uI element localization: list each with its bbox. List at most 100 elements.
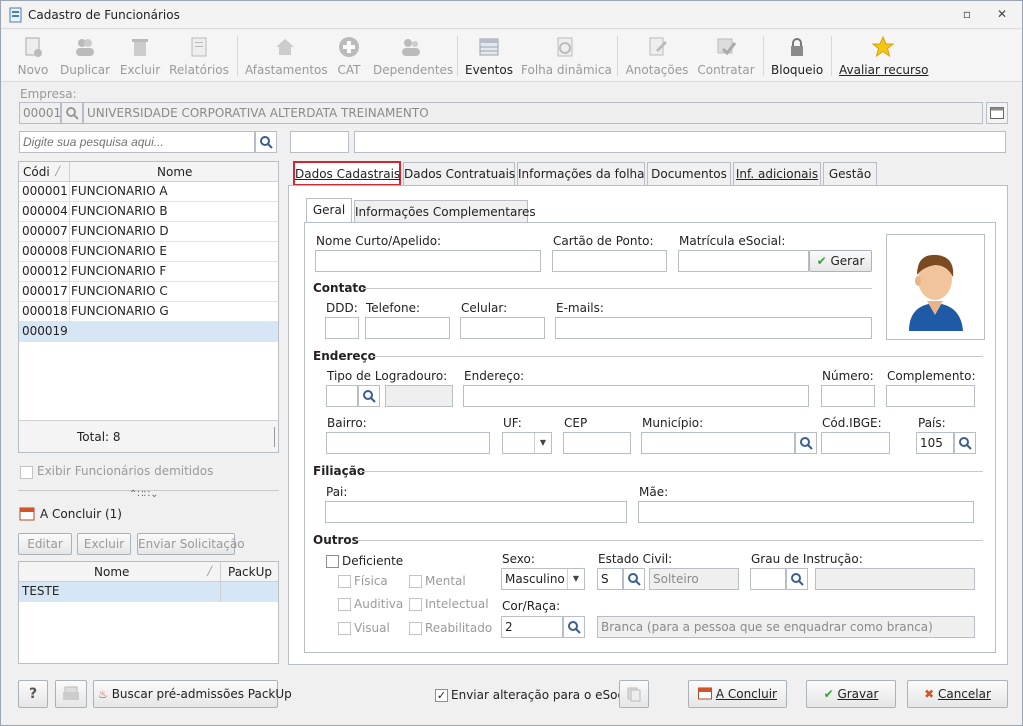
cat-button[interactable]: CAT (333, 34, 365, 80)
pais-input[interactable]: 105 (916, 432, 954, 454)
employee-row[interactable]: 000012 FUNCIONARIO F (19, 262, 278, 282)
pai-input[interactable] (325, 501, 627, 523)
subtab-informacoes-complementares[interactable]: Informações Complementares (354, 200, 536, 224)
visual-checkbox[interactable] (338, 622, 351, 635)
search-icon (568, 621, 581, 634)
cartao-ponto-input[interactable] (552, 250, 667, 272)
cod-ibge-input[interactable] (821, 432, 890, 454)
search-button[interactable] (255, 131, 277, 153)
telefone-input[interactable] (365, 317, 450, 339)
novo-button[interactable]: Novo (13, 34, 53, 80)
enviar-esocial-checkbox[interactable]: ✓ (435, 689, 448, 702)
tab-documentos[interactable]: Documentos (647, 162, 731, 186)
bloqueio-button[interactable]: Bloqueio (771, 34, 823, 80)
tab-inf-adicionais[interactable]: Inf. adicionais (733, 162, 821, 186)
employee-row[interactable]: 000007 FUNCIONARIO D (19, 222, 278, 242)
restore-icon[interactable]: ▫ (959, 7, 975, 21)
celular-input[interactable] (460, 317, 545, 339)
reabilitado-checkbox[interactable] (409, 622, 422, 635)
cep-input[interactable] (563, 432, 631, 454)
anotacoes-button[interactable]: Anotações (625, 34, 689, 80)
folha-dinamica-button[interactable]: Folha dinâmica (521, 34, 612, 80)
pais-search-button[interactable] (954, 432, 976, 454)
employee-row[interactable]: 000018 FUNCIONARIO G (19, 302, 278, 322)
eventos-button[interactable]: Eventos (465, 34, 513, 80)
column-name[interactable]: Nome (157, 162, 192, 182)
reabilitado-label: Reabilitado (425, 621, 493, 635)
grau-instrucao-code-input[interactable] (750, 568, 786, 590)
search-input[interactable] (19, 131, 255, 153)
cor-raca-code-input[interactable]: 2 (501, 616, 563, 638)
nome-curto-input[interactable] (315, 250, 541, 272)
mae-input[interactable] (638, 501, 974, 523)
pending-row[interactable]: TESTE (19, 582, 278, 602)
code-filter-input[interactable] (290, 131, 349, 153)
intelectual-checkbox[interactable] (409, 598, 422, 611)
duplicar-button[interactable]: Duplicar (59, 34, 111, 80)
column-packup[interactable]: PackUp (228, 562, 272, 582)
a-concluir-button[interactable]: A Concluir (688, 680, 787, 708)
gerar-button[interactable]: ✔ Gerar (809, 250, 872, 272)
afastamentos-button[interactable]: Afastamentos (245, 34, 328, 80)
esocial-send-button[interactable] (619, 680, 649, 708)
chevron-down-icon[interactable]: ▼ (567, 569, 584, 589)
enviar-solicitacao-button[interactable]: Enviar Solicitação (137, 533, 245, 555)
complemento-input[interactable] (886, 385, 975, 407)
employee-row[interactable]: 000004 FUNCIONARIO B (19, 202, 278, 222)
close-icon[interactable]: ✕ (994, 7, 1010, 21)
help-button[interactable]: ? (18, 680, 48, 708)
relatorios-button[interactable]: Relatórios (169, 34, 229, 80)
complemento-label: Complemento: (887, 369, 976, 383)
employee-name: FUNCIONARIO E (71, 244, 167, 258)
matricula-esocial-input[interactable] (678, 250, 809, 272)
buscar-pre-admissoes-button[interactable]: ♨ Buscar pré-admissões PackUp (93, 680, 292, 708)
excluir-pending-button[interactable]: Excluir (77, 533, 131, 555)
tipo-logradouro-code-input[interactable] (326, 385, 358, 407)
municipio-input[interactable] (641, 432, 795, 454)
gerar-label: Gerar (830, 254, 865, 268)
numero-input[interactable] (821, 385, 875, 407)
tipo-logradouro-search-button[interactable] (358, 385, 380, 407)
dependentes-button[interactable]: Dependentes (373, 34, 453, 80)
contratar-button[interactable]: Contratar (697, 34, 755, 80)
calendar-button[interactable] (986, 102, 1008, 124)
chevron-down-icon[interactable]: ▼ (534, 433, 551, 453)
empresa-name-field: UNIVERSIDADE CORPORATIVA ALTERDATA TREIN… (83, 102, 983, 124)
deficiente-checkbox[interactable] (326, 555, 339, 568)
mental-checkbox[interactable] (409, 575, 422, 588)
empresa-search-button[interactable] (61, 102, 83, 124)
excluir-button[interactable]: Excluir (119, 34, 161, 80)
employee-row[interactable]: 000017 FUNCIONARIO C (19, 282, 278, 302)
editar-button[interactable]: Editar (18, 533, 72, 555)
estado-civil-code-input[interactable]: S (597, 568, 623, 590)
cor-raca-search-button[interactable] (563, 616, 585, 638)
endereco-input[interactable] (463, 385, 809, 407)
gravar-button[interactable]: ✔ Gravar (806, 680, 896, 708)
avaliar-recurso-button[interactable]: Avaliar recurso (839, 34, 929, 80)
tab-dados-cadastrais[interactable]: Dados Cadastrais (293, 161, 401, 186)
municipio-search-button[interactable] (795, 432, 817, 454)
cancelar-button[interactable]: ✖ Cancelar (907, 680, 1008, 708)
bairro-input[interactable] (326, 432, 490, 454)
collapse-handle-icon[interactable]: ⌃∷∷⌄ (129, 489, 158, 500)
name-filter-input[interactable] (354, 131, 1006, 153)
tab-gestao[interactable]: Gestão (823, 162, 877, 186)
toolbar-separator (617, 36, 618, 76)
print-button[interactable] (55, 680, 87, 708)
employee-row[interactable]: 000008 FUNCIONARIO E (19, 242, 278, 262)
employee-row[interactable]: 000019 (19, 322, 278, 342)
grau-instrucao-search-button[interactable] (786, 568, 808, 590)
photo-frame[interactable] (886, 234, 985, 340)
ddd-input[interactable] (325, 317, 359, 339)
tab-informacoes-folha[interactable]: Informações da folha (517, 162, 645, 186)
auditiva-checkbox[interactable] (338, 598, 351, 611)
employee-row[interactable]: 000001 FUNCIONARIO A (19, 182, 278, 202)
column-code[interactable]: Códi (23, 162, 50, 182)
estado-civil-search-button[interactable] (623, 568, 645, 590)
subtab-geral[interactable]: Geral (306, 198, 352, 223)
emails-input[interactable] (555, 317, 872, 339)
column-nome[interactable]: Nome (94, 562, 129, 582)
exibir-demitidos-checkbox[interactable] (20, 466, 33, 479)
fisica-checkbox[interactable] (338, 575, 351, 588)
tab-dados-contratuais[interactable]: Dados Contratuais (403, 162, 515, 186)
